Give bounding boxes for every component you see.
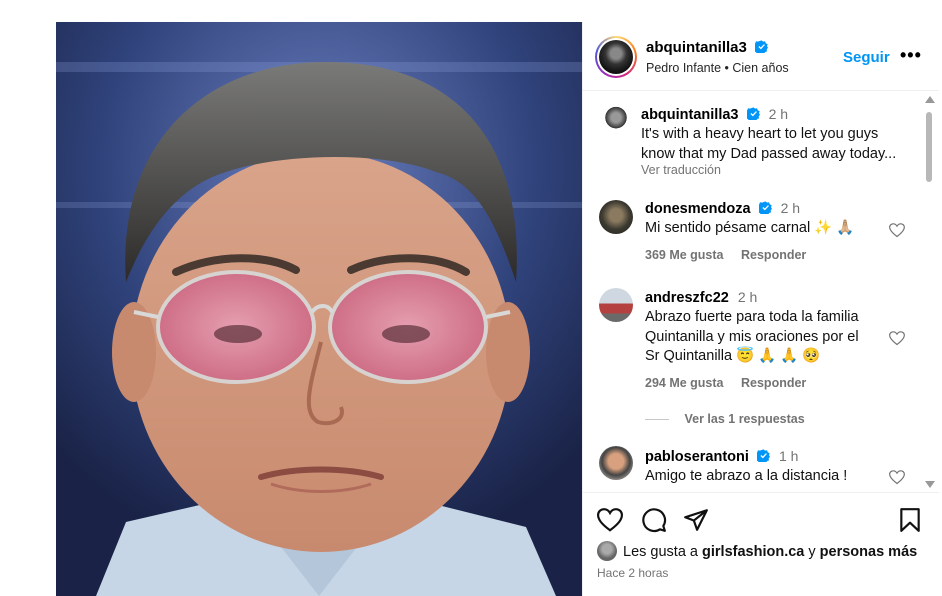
comment-line: Sr Quintanilla 😇 🙏 🙏 🥺 bbox=[645, 348, 821, 364]
likes-connector: y bbox=[808, 544, 816, 560]
comments-scrollbar[interactable] bbox=[924, 92, 935, 490]
comments-list[interactable]: abquintanilla3 2 h It's with a heavy hea… bbox=[583, 92, 939, 490]
comment-time: 2 h bbox=[780, 200, 801, 216]
comment-meta: 294 Me gusta Responder bbox=[645, 376, 820, 390]
scroll-down-arrow-icon[interactable] bbox=[925, 481, 935, 488]
caption-time: 2 h bbox=[768, 106, 789, 122]
comment-line: Mi sentido pésame carnal ✨ 🙏🏼 bbox=[645, 220, 855, 236]
portrait-image bbox=[56, 22, 582, 596]
comment-time: 1 h bbox=[779, 448, 799, 464]
caption-username-link[interactable]: abquintanilla3 2 h bbox=[641, 106, 788, 123]
caption-line: know that my Dad passed away today... bbox=[641, 145, 897, 162]
comment-icon[interactable] bbox=[641, 507, 667, 533]
comment-text: Mi sentido pésame carnal ✨ 🙏🏼 bbox=[645, 219, 854, 239]
post-panel: abquintanilla3 Pedro Infante • Cien años… bbox=[582, 22, 939, 596]
post-header: abquintanilla3 Pedro Infante • Cien años… bbox=[583, 22, 939, 91]
likes-others-link[interactable]: personas más bbox=[820, 544, 918, 560]
comment-avatar[interactable] bbox=[599, 200, 633, 234]
comment-line: Quintanilla y mis oraciones por el bbox=[645, 328, 859, 345]
caption-text: It's with a heavy heart to let you guys … bbox=[641, 125, 896, 164]
comment-avatar[interactable] bbox=[599, 288, 633, 322]
comment-likes[interactable]: 294 Me gusta bbox=[645, 376, 724, 390]
bookmark-icon[interactable] bbox=[897, 507, 923, 533]
author-avatar[interactable] bbox=[595, 36, 637, 78]
verified-badge-icon bbox=[756, 449, 770, 462]
post-photo[interactable] bbox=[56, 22, 582, 596]
comment-likes[interactable]: 369 Me gusta bbox=[645, 248, 724, 262]
comment-username: pabloserantoni bbox=[645, 449, 749, 465]
follow-button[interactable]: Seguir bbox=[843, 49, 890, 66]
liker-avatar[interactable] bbox=[597, 541, 617, 561]
likes-prefix: Les gusta a bbox=[623, 544, 698, 560]
post-actions: Les gusta a girlsfashion.ca y personas m… bbox=[583, 492, 939, 596]
heart-icon[interactable] bbox=[597, 507, 623, 533]
verified-badge-icon bbox=[755, 40, 769, 53]
comment-username: andreszfc22 bbox=[645, 290, 729, 306]
comment-line: Amigo te abrazo a la distancia ! bbox=[645, 468, 848, 484]
audio-link[interactable]: Pedro Infante • Cien años bbox=[646, 61, 789, 75]
more-options-button[interactable]: ••• bbox=[900, 45, 922, 66]
caption-line: It's with a heavy heart to let you guys bbox=[641, 126, 879, 142]
comment-like-heart-icon[interactable] bbox=[889, 470, 905, 485]
scroll-up-arrow-icon[interactable] bbox=[925, 96, 935, 103]
reply-button[interactable]: Responder bbox=[741, 376, 806, 390]
post-timestamp[interactable]: Hace 2 horas bbox=[597, 566, 668, 580]
likes-summary: Les gusta a girlsfashion.ca y personas m… bbox=[597, 541, 917, 561]
author-username: abquintanilla3 bbox=[646, 39, 747, 56]
view-replies-label: Ver las 1 respuestas bbox=[684, 412, 805, 426]
scrollbar-thumb[interactable] bbox=[926, 112, 932, 182]
comment-like-heart-icon[interactable] bbox=[889, 331, 905, 346]
view-replies-button[interactable]: Ver las 1 respuestas bbox=[645, 412, 805, 426]
comment-username-link[interactable]: donesmendoza 2 h bbox=[645, 200, 800, 217]
caption-avatar[interactable] bbox=[599, 104, 633, 138]
comment-avatar[interactable] bbox=[599, 446, 633, 480]
share-icon[interactable] bbox=[683, 507, 709, 533]
reply-button[interactable]: Responder bbox=[741, 248, 806, 262]
comment-time: 2 h bbox=[737, 289, 758, 305]
comment-username-link[interactable]: pabloserantoni 1 h bbox=[645, 448, 798, 465]
verified-badge-icon bbox=[746, 107, 760, 120]
comment-meta: 369 Me gusta Responder bbox=[645, 248, 820, 262]
liker-username-link[interactable]: girlsfashion.ca bbox=[702, 544, 804, 560]
verified-badge-icon bbox=[758, 201, 772, 214]
comment-line: Abrazo fuerte para toda la familia bbox=[645, 309, 859, 325]
comment-like-heart-icon[interactable] bbox=[889, 223, 905, 238]
caption-username: abquintanilla3 bbox=[641, 107, 739, 123]
author-username-link[interactable]: abquintanilla3 bbox=[646, 39, 769, 56]
comment-text: Amigo te abrazo a la distancia ! bbox=[645, 467, 847, 487]
comment-username-link[interactable]: andreszfc22 2 h bbox=[645, 289, 757, 306]
translate-link[interactable]: Ver traducción bbox=[641, 163, 721, 177]
comment-text: Abrazo fuerte para toda la familia Quint… bbox=[645, 308, 859, 367]
comment-username: donesmendoza bbox=[645, 201, 751, 217]
